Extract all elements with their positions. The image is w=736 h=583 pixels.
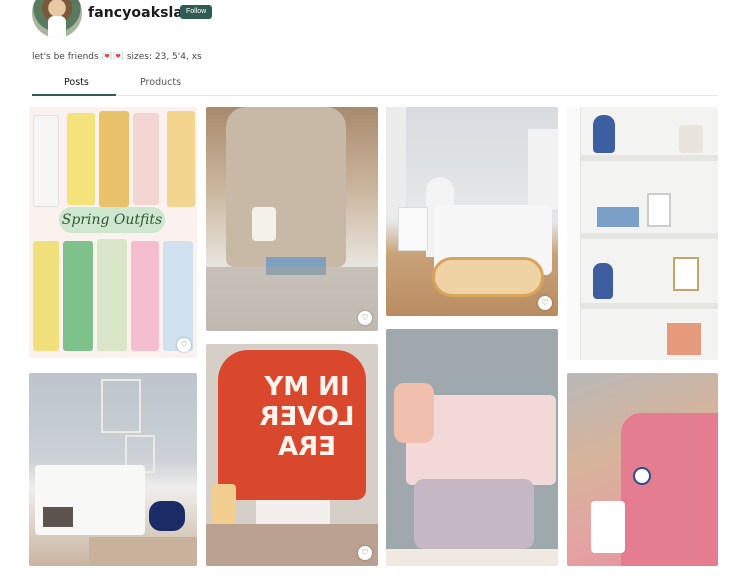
tab-posts[interactable]: Posts (64, 77, 89, 88)
heart-icon[interactable]: ♡ (358, 546, 372, 560)
ginger-jar (593, 115, 615, 153)
rug (432, 257, 544, 297)
drink-cup (212, 484, 236, 524)
post-tile[interactable] (567, 373, 718, 566)
post-tile[interactable] (29, 373, 197, 566)
book-stack (597, 207, 639, 227)
makeup-bag (414, 479, 534, 549)
active-tab-indicator (32, 94, 116, 96)
rug (206, 267, 378, 331)
outfit-figure (163, 241, 193, 351)
outfit-figure (33, 115, 59, 207)
picture-frame (673, 257, 699, 291)
window-blinds (386, 107, 406, 217)
post-tile[interactable] (567, 107, 718, 360)
badge-pin (633, 467, 651, 485)
outfit-figure (131, 241, 159, 351)
outfit-figure (63, 241, 93, 351)
table-surface (386, 549, 558, 566)
heart-icon[interactable]: ♡ (177, 338, 191, 352)
wall-art (101, 379, 141, 433)
shorts (256, 500, 330, 524)
heart-icon[interactable]: ♡ (358, 311, 372, 325)
drink-cup (252, 207, 276, 241)
spring-outfits-label: Spring Outfits (59, 207, 165, 233)
outfit-figure (97, 239, 127, 351)
outfit-figure (33, 241, 59, 351)
ginger-jar (593, 263, 613, 299)
follow-button[interactable]: Follow (180, 5, 213, 19)
profile-bio: let's be friends 💌💌 sizes: 23, 5'4, xs (32, 52, 202, 62)
bow (394, 383, 434, 443)
rug (89, 537, 197, 566)
profile-tabs: Posts Products (32, 72, 718, 96)
post-tile[interactable]: ♡ (386, 107, 558, 316)
sweater-shape (226, 107, 346, 267)
pouf (149, 501, 185, 531)
outfit-figure (167, 111, 195, 207)
book-stack (667, 323, 701, 355)
tab-products[interactable]: Products (140, 77, 181, 88)
throw-blanket (43, 507, 73, 527)
shelf-frame (567, 107, 581, 360)
outfit-figure (67, 113, 95, 205)
post-tile[interactable]: IN MY LOVER ERA ♡ (206, 344, 378, 566)
shelf (581, 155, 718, 161)
rug (206, 524, 378, 566)
sweater-shape: IN MY LOVER ERA (218, 350, 366, 500)
drink-cup (591, 501, 625, 553)
nightstand (398, 207, 428, 251)
sweater-text: IN MY LOVER ERA (259, 372, 355, 462)
outfit-figure (99, 111, 129, 207)
post-tile[interactable]: Spring Outfits ♡ (29, 107, 197, 358)
flower-vase (679, 125, 703, 153)
avatar[interactable] (32, 0, 82, 38)
heart-icon[interactable]: ♡ (538, 296, 552, 310)
post-tile[interactable]: ♡ (206, 107, 378, 331)
shelf (581, 303, 718, 309)
pink-top (621, 413, 718, 566)
picture-frame (647, 193, 671, 227)
post-tile[interactable] (386, 329, 558, 566)
outfit-figure (133, 113, 159, 205)
shelf (581, 233, 718, 239)
window-blinds (528, 129, 558, 209)
